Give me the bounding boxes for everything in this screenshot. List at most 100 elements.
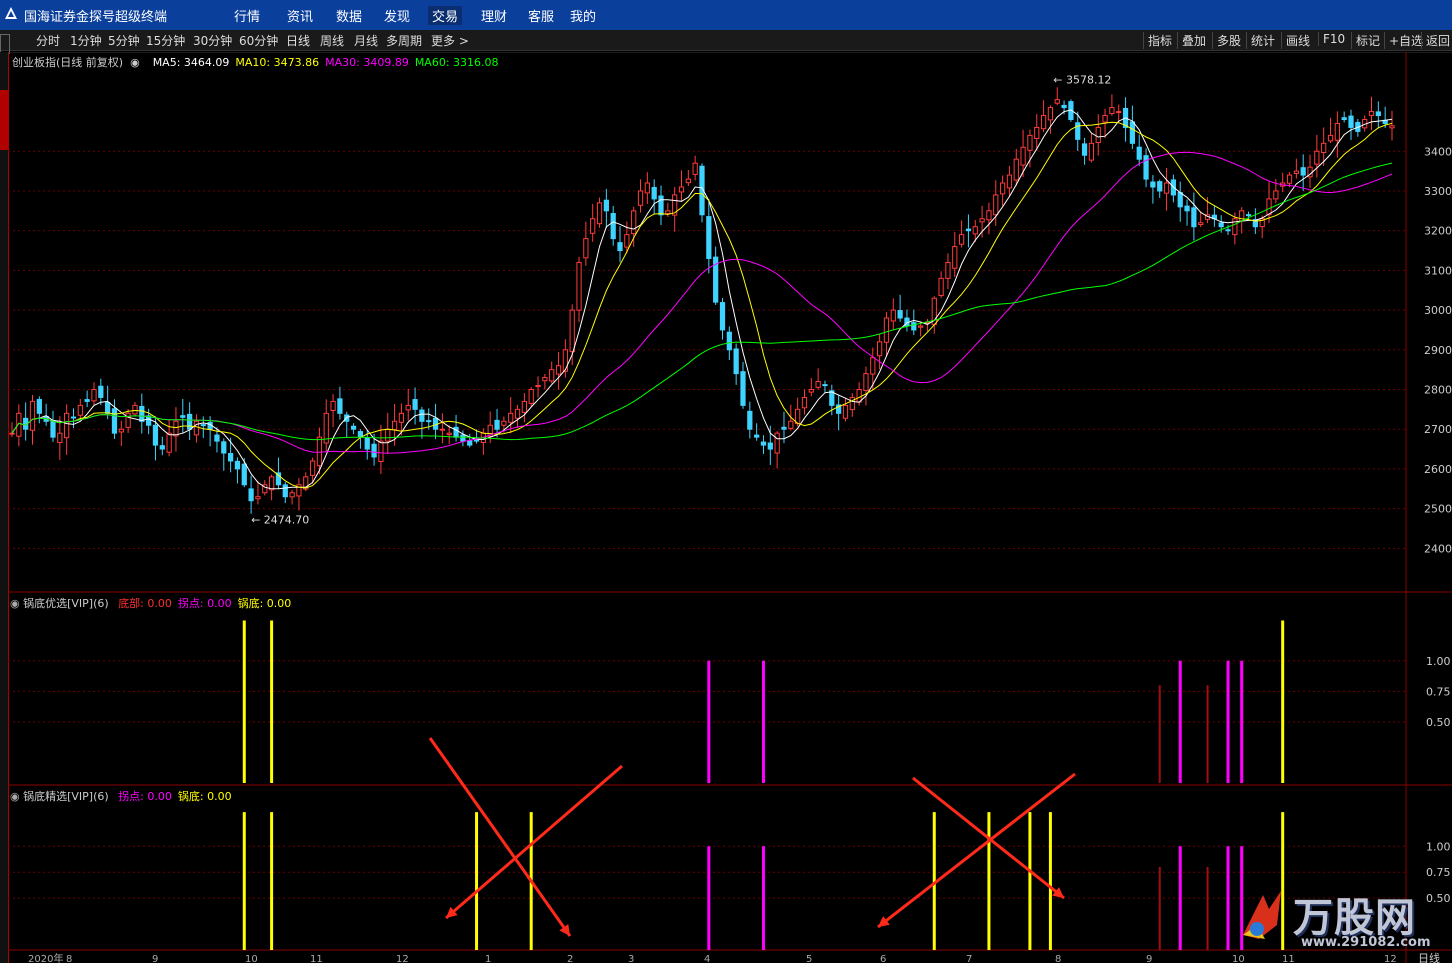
candle-body-82 [569, 309, 575, 353]
candle-body-48 [337, 398, 343, 414]
candles [9, 87, 1395, 514]
nav-3[interactable]: 发现 [384, 6, 410, 25]
candle-body-112 [774, 432, 780, 454]
tool-6[interactable]: 标记 [1351, 32, 1380, 49]
watermark-url: www.291082.com [1301, 935, 1431, 950]
xaxis-label-7: 2 [567, 954, 573, 963]
candle-body-54 [378, 440, 384, 463]
xaxis-label-6: 1 [485, 954, 491, 963]
panel2-ytick-1: 0.75 [1426, 866, 1451, 879]
candle-body-22 [159, 445, 165, 450]
tool-7[interactable]: +自选 [1384, 32, 1423, 49]
candle-body-27 [193, 420, 200, 436]
candle-body-166 [1143, 155, 1149, 180]
candle-body-189 [1300, 167, 1306, 176]
candle-body-142 [979, 218, 985, 223]
period-9[interactable]: 多周期 [386, 32, 422, 49]
panel1-ytick-1: 0.75 [1426, 685, 1451, 698]
panel1-ytick-0: 0.50 [1426, 716, 1451, 729]
candle-body-152 [1047, 107, 1054, 121]
candle-body-195 [1341, 117, 1347, 121]
candle-body-151 [1040, 115, 1047, 130]
candle-body-188 [1293, 170, 1299, 174]
candle-body-145 [999, 182, 1006, 195]
candle-body-92 [637, 190, 644, 206]
candle-body-96 [665, 210, 671, 214]
candle-body-149 [1027, 134, 1033, 151]
candle-body-50 [350, 425, 357, 430]
candle-body-0 [9, 432, 15, 435]
candle-body-63 [439, 428, 446, 431]
period-2[interactable]: 5分钟 [108, 32, 140, 49]
candle-body-71 [494, 419, 500, 430]
low-annotation: ← 2474.70 [251, 514, 309, 527]
nav-6[interactable]: 客服 [528, 6, 554, 25]
candle-body-76 [528, 389, 534, 404]
candle-body-140 [965, 228, 972, 232]
period-10[interactable]: 更多 > [431, 32, 469, 49]
app-title: 国海证券金探号超级终端 [24, 10, 168, 25]
candle-body-154 [1061, 104, 1067, 109]
candle-body-31 [221, 441, 227, 454]
period-1[interactable]: 1分钟 [70, 32, 102, 49]
candle-body-25 [180, 415, 186, 418]
main-ytick-8: 3200 [1424, 225, 1452, 238]
period-5[interactable]: 60分钟 [239, 32, 278, 49]
candle-body-130 [897, 310, 903, 319]
chart-area[interactable]: 2400 2500 2600 2700 2800 2900 3000 3100 3200 3300… [0, 52, 1452, 963]
tool-3[interactable]: 统计 [1246, 32, 1275, 49]
xaxis-label-5: 12 [396, 954, 409, 963]
candle-body-11 [84, 399, 90, 402]
candle-body-56 [391, 420, 398, 431]
nav-1[interactable]: 资讯 [287, 6, 313, 25]
candle-body-123 [849, 396, 855, 411]
candle-body-202 [1389, 125, 1395, 129]
candle-body-26 [187, 413, 193, 430]
candle-body-80 [555, 365, 562, 375]
period-6[interactable]: 日线 [286, 32, 310, 49]
candle-body-192 [1321, 142, 1327, 153]
candle-body-58 [405, 404, 411, 411]
nav-5[interactable]: 理财 [481, 6, 507, 25]
period-8[interactable]: 月线 [354, 32, 378, 49]
tool-1[interactable]: 叠加 [1177, 32, 1206, 49]
nav-2[interactable]: 数据 [336, 6, 362, 25]
xaxis-label-10: 5 [806, 954, 812, 963]
candle-body-194 [1334, 122, 1340, 141]
nav-0[interactable]: 行情 [234, 6, 260, 25]
sidebar-toggle-icon[interactable] [0, 34, 10, 54]
nav-7[interactable]: 我的 [570, 6, 596, 25]
candle-body-40 [282, 484, 288, 498]
candle-body-116 [801, 396, 808, 409]
nav-4[interactable]: 交易 [428, 6, 463, 25]
period-3[interactable]: 15分钟 [146, 32, 185, 49]
tool-5[interactable]: F10 [1318, 32, 1345, 46]
candle-body-45 [316, 436, 323, 467]
candle-body-109 [754, 434, 760, 438]
candle-body-105 [726, 331, 732, 351]
period-4[interactable]: 30分钟 [193, 32, 232, 49]
candle-body-19 [139, 405, 145, 422]
candle-body-160 [1102, 115, 1108, 123]
candle-body-113 [781, 426, 787, 430]
tool-4[interactable]: 画线 [1281, 32, 1310, 49]
candle-body-44 [309, 460, 316, 476]
xaxis-label-12: 7 [966, 954, 972, 963]
xaxis-label-11: 6 [880, 954, 886, 963]
candle-body-199 [1368, 111, 1375, 116]
candle-body-144 [993, 194, 999, 216]
candle-body-75 [521, 400, 527, 413]
period-0[interactable]: 分时 [36, 32, 60, 49]
xaxis-label-15: 10 [1232, 954, 1245, 963]
tool-8[interactable]: 返回 [1421, 32, 1450, 49]
candle-body-141 [972, 226, 978, 235]
candle-body-171 [1177, 192, 1183, 208]
tool-0[interactable]: 指标 [1143, 32, 1172, 49]
candle-body-119 [822, 384, 828, 387]
tool-2[interactable]: 多股 [1212, 32, 1241, 49]
candle-body-104 [719, 302, 726, 331]
xaxis-label-17: 12 [1384, 954, 1397, 963]
candle-body-91 [631, 210, 637, 235]
candle-body-114 [788, 420, 794, 429]
period-7[interactable]: 周线 [320, 32, 344, 49]
